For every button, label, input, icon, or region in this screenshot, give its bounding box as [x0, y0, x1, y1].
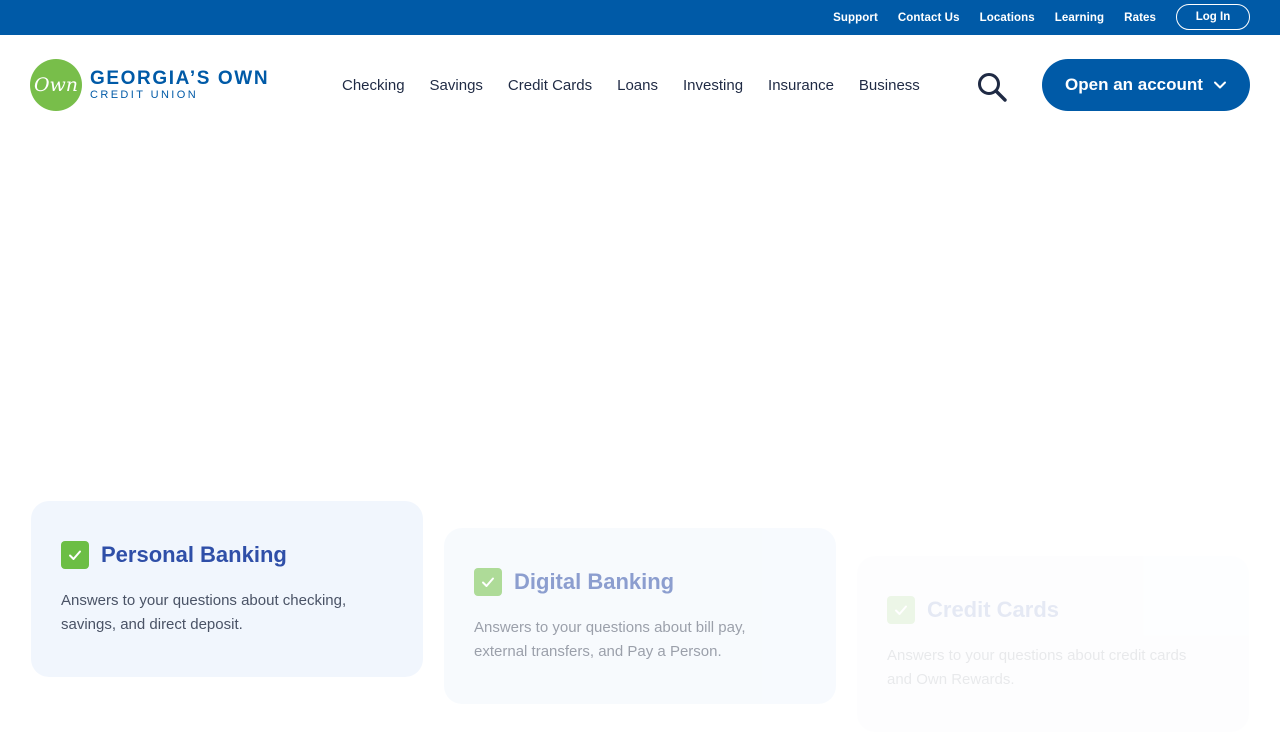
open-account-label: Open an account — [1065, 75, 1203, 94]
nav-item-business[interactable]: Business — [859, 77, 920, 94]
logo-mark: Own — [30, 59, 82, 111]
checkmark-icon — [887, 596, 915, 624]
card-description: Answers to your questions about credit c… — [887, 647, 1187, 688]
utility-nav: Support Contact Us Locations Learning Ra… — [833, 0, 1156, 35]
card-digital-banking[interactable]: Digital Banking Answers to your question… — [444, 528, 836, 704]
utility-link-learning[interactable]: Learning — [1055, 12, 1104, 24]
card-header: Digital Banking — [474, 568, 806, 596]
card-description: Answers to your questions about checking… — [61, 592, 347, 633]
main-nav: Checking Savings Credit Cards Loans Inve… — [342, 35, 945, 135]
card-title: Credit Cards — [927, 597, 1060, 622]
card-credit-cards[interactable]: Credit Cards Answers to your questions a… — [857, 556, 1249, 732]
logo-line1: GEORGIA’S OWN — [90, 67, 270, 89]
card-description: Answers to your questions about bill pay… — [474, 619, 746, 660]
utility-link-support[interactable]: Support — [833, 12, 878, 24]
nav-item-credit-cards[interactable]: Credit Cards — [508, 77, 592, 94]
chevron-down-icon — [1213, 81, 1226, 89]
utility-bar: Support Contact Us Locations Learning Ra… — [0, 0, 1280, 35]
search-icon[interactable] — [976, 71, 1008, 103]
nav-item-insurance[interactable]: Insurance — [768, 77, 834, 94]
checkmark-icon — [61, 541, 89, 569]
checkmark-icon — [474, 568, 502, 596]
nav-item-loans[interactable]: Loans — [617, 77, 658, 94]
utility-link-rates[interactable]: Rates — [1124, 12, 1156, 24]
login-button[interactable]: Log In — [1176, 4, 1250, 30]
utility-link-contact-us[interactable]: Contact Us — [898, 12, 960, 24]
nav-item-savings[interactable]: Savings — [430, 77, 483, 94]
card-title: Personal Banking — [101, 542, 287, 567]
nav-item-investing[interactable]: Investing — [683, 77, 743, 94]
nav-item-checking[interactable]: Checking — [342, 77, 405, 94]
card-title: Digital Banking — [514, 569, 675, 594]
site-header: Own GEORGIA’S OWN CREDIT UNION Checking … — [0, 35, 1280, 135]
logo[interactable]: Own GEORGIA’S OWN CREDIT UNION — [30, 59, 269, 111]
card-personal-banking[interactable]: Personal Banking Answers to your questio… — [31, 501, 423, 677]
logo-wordmark: GEORGIA’S OWN CREDIT UNION — [90, 67, 270, 102]
utility-link-locations[interactable]: Locations — [980, 12, 1035, 24]
card-header: Personal Banking — [61, 541, 393, 569]
logo-line2: CREDIT UNION — [90, 88, 199, 101]
card-header: Credit Cards — [887, 596, 1219, 624]
open-account-button[interactable]: Open an account — [1042, 59, 1250, 111]
